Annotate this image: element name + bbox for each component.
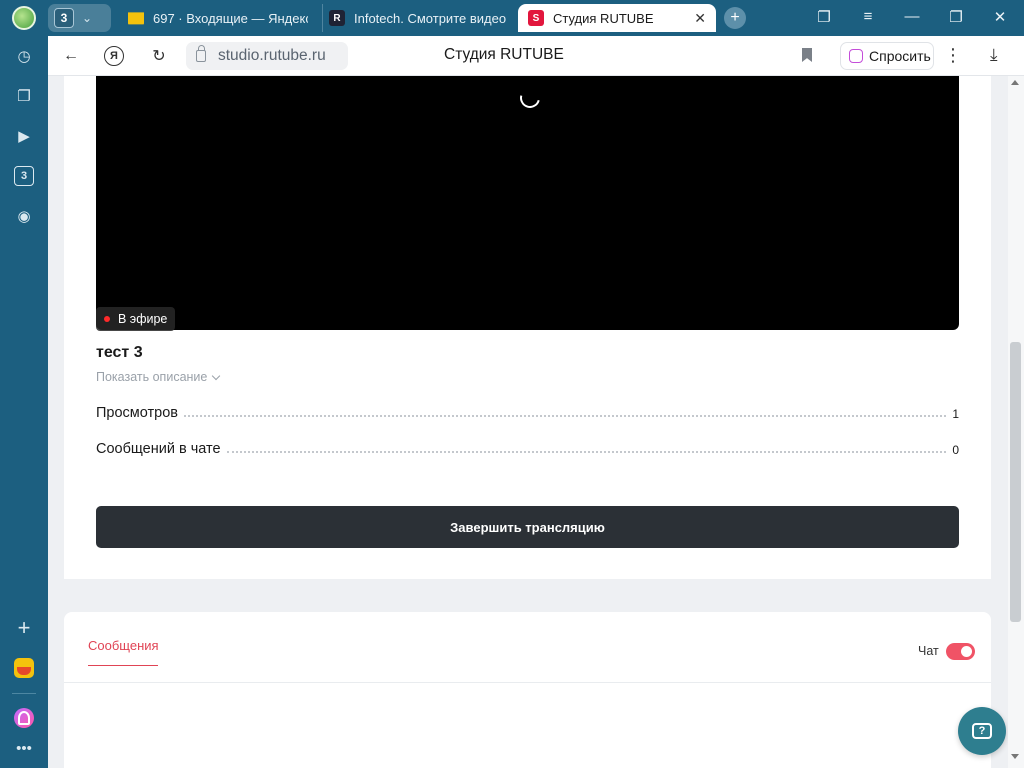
close-tab-icon[interactable]: ✕ [694,10,706,27]
dotted-leader [184,415,947,417]
tab-messages[interactable]: Сообщения [88,638,159,666]
tab-title: Студия RUTUBE [553,10,654,26]
back-arrow-icon[interactable]: ← [60,45,82,67]
tab-title: 697 · Входящие — Яндекс [153,10,308,26]
yandex-mail-icon[interactable] [14,658,34,678]
chevron-down-icon: ⌄ [82,11,93,25]
stream-title: тест 3 [96,344,143,361]
stat-value: 0 [952,443,959,457]
stat-label: Сообщений в чате [96,441,221,457]
reload-icon[interactable]: ↻ [148,45,170,67]
url-text: studio.rutube.ru [218,47,326,64]
ask-ai-button[interactable]: Спросить [840,42,934,70]
divider [64,682,991,683]
stat-row-chat-messages: Сообщений в чате 0 [96,437,959,457]
scroll-up-icon[interactable] [1011,80,1019,85]
tab-group-count: 3 [54,8,74,28]
sidebar-divider [12,693,36,694]
dotted-leader [226,451,947,453]
rutube-r-icon: R [329,10,345,26]
lock-icon [196,45,206,62]
close-window-icon[interactable]: ✕ [990,8,1010,26]
chat-toggle[interactable] [946,643,975,660]
scroll-down-icon[interactable] [1011,754,1019,759]
tab-title: Infotech. Смотрите видео [354,10,507,26]
tab-mail[interactable]: 697 · Входящие — Яндекс [122,4,308,32]
browser-sidebar: ◷ ❐ ▶ 3 ◉ + ••• [0,36,48,768]
tabs-list-icon[interactable]: ❐ [14,86,34,106]
live-badge: В эфире [96,307,176,331]
screenshot-icon[interactable]: ◉ [14,206,34,226]
tab-group-button[interactable]: 3 ⌄ [48,4,111,32]
page-title: Студия RUTUBE [444,46,564,63]
tab-group-sidebar-icon[interactable]: 3 [14,166,34,186]
ask-label: Спросить [869,48,931,64]
video-stats-icon[interactable]: ▶ [14,126,34,146]
yandex-icon[interactable]: Я [104,46,124,66]
tab-infotech[interactable]: R Infotech. Смотрите видео [322,4,510,32]
loading-spinner-icon [516,84,544,112]
stat-label: Просмотров [96,405,178,421]
browser-tab-bar: 3 ⌄ 697 · Входящие — Яндекс R Infotech. … [0,0,1024,36]
stat-row-views: Просмотров 1 [96,401,959,421]
scrollbar-thumb[interactable] [1010,342,1021,622]
help-chat-button[interactable]: ? [958,707,1006,755]
minimize-icon[interactable]: — [902,8,922,25]
more-icon[interactable]: ••• [14,738,34,758]
page-content: В эфире тест 3 Показать описание Просмот… [48,76,1008,768]
collections-icon[interactable]: ❐ [814,8,834,26]
stream-card: В эфире тест 3 Показать описание Просмот… [64,76,991,579]
tab-rutube-studio[interactable]: S Студия RUTUBE ✕ [518,4,716,32]
help-question-icon: ? [972,723,992,739]
address-bar: ← Я ↻ studio.rutube.ru Студия RUTUBE Спр… [48,36,1024,76]
restore-icon[interactable]: ❐ [946,8,966,26]
live-badge-label: В эфире [118,312,168,326]
download-icon[interactable]: ⤓ [990,45,998,65]
add-panel-icon[interactable]: + [14,615,34,640]
url-field[interactable]: studio.rutube.ru [186,42,348,70]
chat-toggle-label: Чат [918,644,939,658]
chat-card: Сообщения Чат [64,612,991,768]
end-stream-button[interactable]: Завершить трансляцию [96,506,959,548]
menu-icon[interactable]: ≡ [858,8,878,25]
history-icon[interactable]: ◷ [14,46,34,66]
bookmark-icon[interactable] [802,48,812,62]
show-description-label: Показать описание [96,370,208,384]
new-tab-button[interactable]: + [724,7,746,29]
kebab-menu-icon[interactable]: ⋮ [944,45,962,66]
show-description-toggle[interactable]: Показать описание [96,370,221,384]
video-player[interactable]: В эфире [96,76,959,331]
stat-value: 1 [952,407,959,421]
alice-assistant-icon[interactable] [14,708,34,728]
chevron-down-icon [212,371,221,380]
live-dot-icon [104,316,110,322]
ai-assistant-icon [849,49,863,63]
yandex-browser-logo-icon[interactable] [12,6,36,30]
mail-icon [128,12,144,25]
rutube-studio-icon: S [528,10,544,26]
